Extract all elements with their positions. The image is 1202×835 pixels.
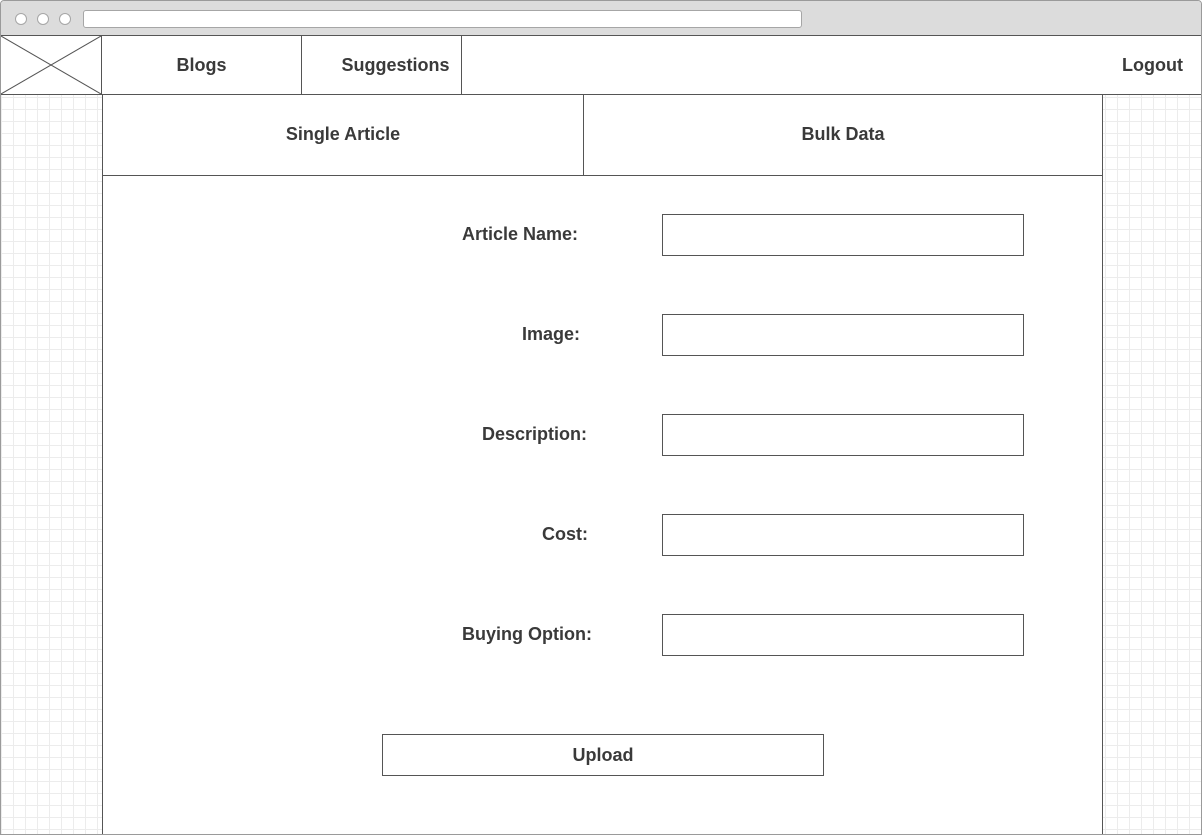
tab-single-article[interactable]: Single Article — [103, 95, 584, 175]
window-minimize-button[interactable] — [37, 13, 49, 25]
nav-item-label: Suggestions — [341, 55, 450, 75]
description-input[interactable] — [662, 414, 1024, 456]
cost-label: Cost: — [542, 524, 588, 544]
browser-titlebar — [1, 1, 1201, 36]
buying-option-input[interactable] — [662, 614, 1024, 656]
image-label: Image: — [522, 324, 581, 344]
tab-label: Bulk Data — [801, 124, 885, 144]
image-input[interactable] — [662, 314, 1024, 356]
logo-placeholder-icon[interactable] — [1, 36, 102, 95]
nav-item-blogs[interactable]: Blogs — [102, 36, 302, 95]
nav-item-suggestions[interactable]: Suggestions — [302, 36, 462, 95]
browser-window: Blogs Suggestions Logout Single Article … — [0, 0, 1202, 835]
nav-item-label: Blogs — [176, 55, 227, 75]
tab-bulk-data[interactable]: Bulk Data — [584, 95, 1102, 175]
tab-bar: Single Article Bulk Data — [103, 95, 1102, 176]
upload-button[interactable]: Upload — [382, 734, 824, 776]
top-navbar: Blogs Suggestions Logout — [1, 35, 1201, 95]
tab-label: Single Article — [285, 124, 401, 144]
description-label: Description: — [482, 424, 588, 444]
article-name-label: Article Name: — [462, 224, 579, 244]
address-bar[interactable] — [83, 10, 802, 28]
cost-input[interactable] — [662, 514, 1024, 556]
article-name-input[interactable] — [662, 214, 1024, 256]
window-close-button[interactable] — [15, 13, 27, 25]
buying-option-label: Buying Option: — [462, 624, 592, 644]
main-content-panel: Single Article Bulk Data Article Name: I… — [102, 95, 1103, 834]
window-maximize-button[interactable] — [59, 13, 71, 25]
logout-link[interactable]: Logout — [1122, 36, 1183, 95]
